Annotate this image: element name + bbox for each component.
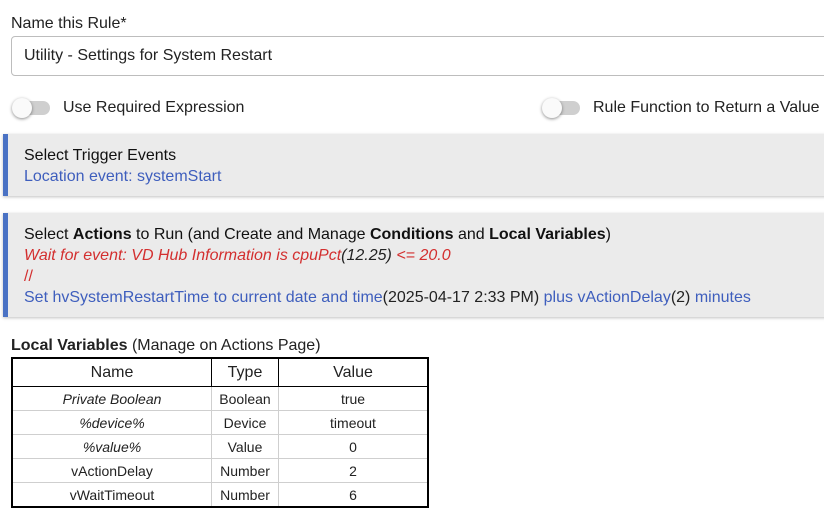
table-header-row: Name Type Value: [11, 357, 429, 387]
return-value-switch[interactable]: [542, 98, 580, 118]
required-expression-toggle[interactable]: Use Required Expression: [12, 98, 245, 118]
trigger-events-panel[interactable]: Select Trigger Events Location event: sy…: [3, 134, 824, 196]
trigger-events-title: Select Trigger Events: [24, 147, 177, 164]
rule-name-input[interactable]: [11, 36, 824, 76]
variable-value: 0: [278, 434, 429, 459]
actions-title: Select Actions to Run (and Create and Ma…: [24, 226, 611, 243]
rule-name-label: Name this Rule*: [11, 15, 127, 32]
actions-panel[interactable]: Select Actions to Run (and Create and Ma…: [3, 213, 824, 317]
local-variables-heading: Local Variables (Manage on Actions Page): [11, 337, 321, 354]
variable-type: Boolean: [211, 386, 279, 411]
table-row: vWaitTimeout Number 6: [11, 482, 429, 508]
variable-name: vActionDelay: [11, 458, 212, 483]
return-value-label: Rule Function to Return a Value: [593, 99, 820, 116]
table-row: %value% Value 0: [11, 434, 429, 459]
switch-knob: [542, 98, 562, 118]
variable-type: Number: [211, 482, 279, 508]
variable-type: Value: [211, 434, 279, 459]
required-expression-label: Use Required Expression: [63, 99, 245, 116]
column-header-type: Type: [211, 357, 279, 387]
variable-type: Device: [211, 410, 279, 435]
comment-action[interactable]: //: [24, 266, 824, 287]
switch-knob: [12, 98, 32, 118]
variable-value: true: [278, 386, 429, 411]
local-variables-table: Name Type Value Private Boolean Boolean …: [11, 357, 429, 508]
variable-value: 6: [278, 482, 429, 508]
table-row: vActionDelay Number 2: [11, 458, 429, 483]
table-row: Private Boolean Boolean true: [11, 386, 429, 411]
column-header-value: Value: [278, 357, 429, 387]
variable-name: %device%: [11, 410, 212, 435]
wait-for-event-action[interactable]: Wait for event: VD Hub Information is cp…: [24, 245, 824, 266]
trigger-event-link[interactable]: Location event: systemStart: [24, 166, 824, 187]
return-value-toggle[interactable]: Rule Function to Return a Value: [542, 98, 820, 118]
table-row: %device% Device timeout: [11, 410, 429, 435]
variable-name: vWaitTimeout: [11, 482, 212, 508]
variable-type: Number: [211, 458, 279, 483]
variable-name: Private Boolean: [11, 386, 212, 411]
set-variable-action[interactable]: Set hvSystemRestartTime to current date …: [24, 287, 824, 308]
variable-value: timeout: [278, 410, 429, 435]
required-expression-switch[interactable]: [12, 98, 50, 118]
variable-value: 2: [278, 458, 429, 483]
column-header-name: Name: [11, 357, 212, 387]
variable-name: %value%: [11, 434, 212, 459]
